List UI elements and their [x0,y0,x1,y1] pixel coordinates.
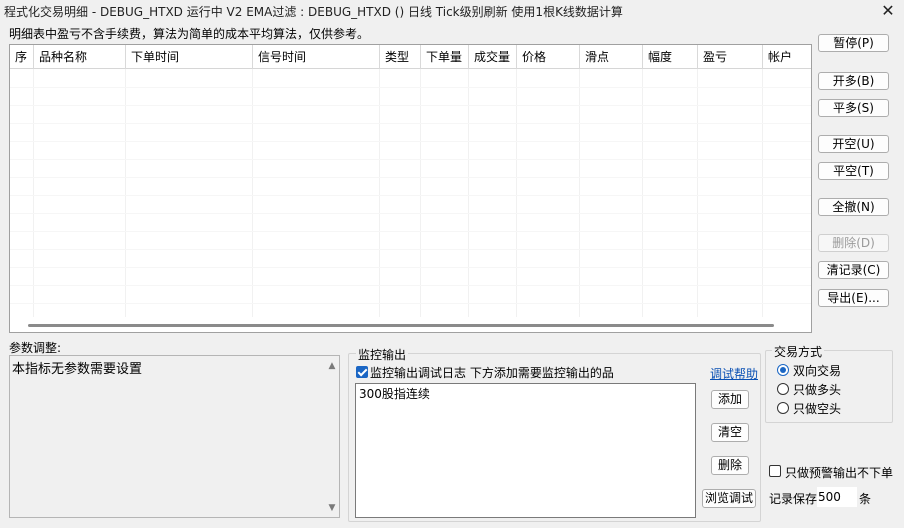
params-text: 本指标无参数需要设置 [12,362,143,377]
column-header-pnl[interactable]: 盈亏 [698,45,763,69]
radio-bidirectional[interactable] [777,364,789,376]
close-icon[interactable]: ✕ [878,1,898,21]
clear-log-button[interactable]: 清记录(C) [818,261,889,279]
monitor-log-checkbox-label[interactable]: 监控输出调试日志 下方添加需要监控输出的品 [370,364,614,381]
grid-line [468,69,469,317]
debug-help-link[interactable]: 调试帮助 [710,365,758,382]
grid-line [10,249,811,250]
grid-line [762,69,763,317]
column-header-filled-qty[interactable]: 成交量 [469,45,517,69]
column-header-symbol[interactable]: 品种名称 [34,45,126,69]
column-header-price[interactable]: 价格 [517,45,580,69]
grid-line [33,69,34,317]
monitor-log-checkbox[interactable] [356,366,368,378]
alert-only-checkbox-label[interactable]: 只做预警输出不下单 [785,464,893,481]
table-header: 序 品种名称 下单时间 信号时间 类型 下单量 成交量 价格 滑点 幅度 盈亏 … [10,45,811,69]
monitor-output-title: 监控输出 [356,346,409,363]
scroll-up-icon[interactable]: ▲ [326,361,338,371]
grid-line [10,195,811,196]
grid-line [10,303,811,304]
window-title: 程式化交易明细 - DEBUG_HTXD 运行中 V2 EMA过滤 : DEBU… [4,5,623,19]
pause-button[interactable]: 暂停(P) [818,34,889,52]
open-short-button[interactable]: 开空(U) [818,135,889,153]
grid-line [10,141,811,142]
grid-line [642,69,643,317]
grid-line [10,267,811,268]
grid-line [579,69,580,317]
scroll-down-icon[interactable]: ▼ [326,503,338,513]
keep-records-unit: 条 [859,492,872,506]
grid-line [10,87,811,88]
column-header-slippage[interactable]: 滑点 [580,45,643,69]
params-label: 参数调整: [9,341,62,355]
params-textbox[interactable]: 本指标无参数需要设置 ▲ ▼ [9,355,340,518]
grid-line [10,177,811,178]
grid-line [125,69,126,317]
grid-line [10,285,811,286]
radio-long-only[interactable] [777,383,789,395]
grid-line [10,213,811,214]
radio-bidirectional-label[interactable]: 双向交易 [793,362,841,379]
close-short-button[interactable]: 平空(T) [818,162,889,180]
radio-long-only-label[interactable]: 只做多头 [793,381,841,398]
title-bar: 程式化交易明细 - DEBUG_HTXD 运行中 V2 EMA过滤 : DEBU… [0,0,904,22]
alert-only-checkbox[interactable] [769,465,781,477]
grid-line [10,123,811,124]
monitor-symbol-list[interactable]: 300股指连续 [355,383,696,518]
column-header-signal-time[interactable]: 信号时间 [253,45,380,69]
column-header-order-time[interactable]: 下单时间 [126,45,253,69]
keep-records-label: 记录保存 [769,492,818,506]
radio-short-only[interactable] [777,402,789,414]
list-item[interactable]: 300股指连续 [359,385,430,402]
radio-short-only-label[interactable]: 只做空头 [793,400,841,417]
horizontal-scrollbar[interactable] [28,324,774,327]
keep-records-input[interactable] [817,487,857,507]
grid-line [379,69,380,317]
disclaimer-note: 明细表中盈亏不含手续费，算法为简单的成本平均算法，仅供参考。 [9,27,370,41]
trade-mode-title: 交易方式 [772,343,825,360]
column-header-order-qty[interactable]: 下单量 [421,45,469,69]
grid-line [420,69,421,317]
column-header-type[interactable]: 类型 [380,45,421,69]
grid-line [252,69,253,317]
column-header-range[interactable]: 幅度 [643,45,698,69]
open-long-button[interactable]: 开多(B) [818,72,889,90]
grid-line [10,105,811,106]
column-header-index[interactable]: 序 [10,45,34,69]
browse-debug-button[interactable]: 浏览调试 [702,489,756,508]
grid-line [10,231,811,232]
trade-detail-table[interactable]: 序 品种名称 下单时间 信号时间 类型 下单量 成交量 价格 滑点 幅度 盈亏 … [9,44,812,333]
close-long-button[interactable]: 平多(S) [818,99,889,117]
column-header-account[interactable]: 帐户 [763,45,811,69]
grid-line [10,159,811,160]
remove-button[interactable]: 删除 [711,456,749,475]
delete-button[interactable]: 删除(D) [818,234,889,252]
clear-button[interactable]: 清空 [711,423,749,442]
export-button[interactable]: 导出(E)... [818,289,889,307]
cancel-all-button[interactable]: 全撤(N) [818,198,889,216]
grid-line [697,69,698,317]
grid-line [516,69,517,317]
add-button[interactable]: 添加 [711,390,749,409]
